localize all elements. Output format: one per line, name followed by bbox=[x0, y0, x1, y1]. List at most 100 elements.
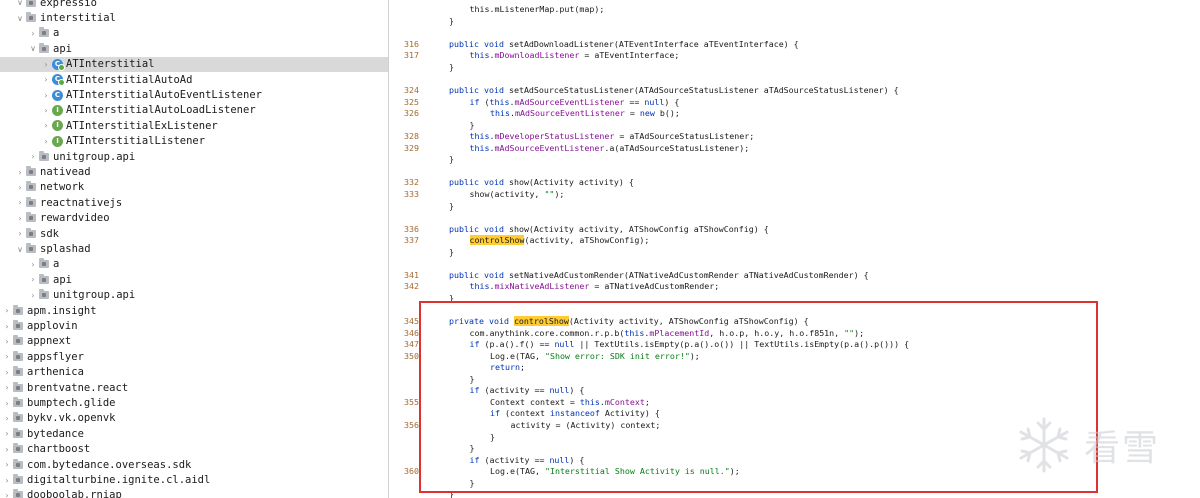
code-line[interactable]: 355 Context context = this.mContext; bbox=[390, 396, 1200, 408]
tree-item[interactable]: › I ATInterstitialAutoLoadListener bbox=[0, 103, 388, 118]
code-line[interactable]: } bbox=[390, 246, 1200, 258]
panel-divider[interactable] bbox=[388, 0, 389, 498]
tree-item[interactable]: › C ATInterstitialAutoAd bbox=[0, 72, 388, 87]
chevron-right-icon[interactable]: › bbox=[2, 352, 12, 361]
chevron-right-icon[interactable]: › bbox=[2, 383, 12, 392]
chevron-down-icon[interactable]: ∨ bbox=[15, 245, 25, 254]
code-line[interactable]: 324 public void setAdSourceStatusListener… bbox=[390, 84, 1200, 96]
tree-item[interactable]: › arthenica bbox=[0, 365, 388, 380]
code-line[interactable]: 332 public void show(Activity activity) { bbox=[390, 176, 1200, 188]
chevron-right-icon[interactable]: › bbox=[2, 476, 12, 485]
tree-item[interactable]: › rewardvideo bbox=[0, 211, 388, 226]
chevron-right-icon[interactable]: › bbox=[2, 429, 12, 438]
chevron-right-icon[interactable]: › bbox=[41, 75, 51, 84]
code-line[interactable]: 317 this.mDownloadListener = aTEventInter… bbox=[390, 49, 1200, 61]
tree-item[interactable]: › nativead bbox=[0, 164, 388, 179]
code-line[interactable]: } bbox=[390, 119, 1200, 131]
tree-item[interactable]: › network bbox=[0, 180, 388, 195]
chevron-right-icon[interactable]: › bbox=[28, 275, 38, 284]
tree-item[interactable]: › digitalturbine.ignite.cl.aidl bbox=[0, 472, 388, 487]
tree-item[interactable]: › dooboolab.rniap bbox=[0, 488, 388, 498]
code-line[interactable]: 341 public void setNativeAdCustomRender(A… bbox=[390, 269, 1200, 281]
code-line[interactable]: 333 show(activity, ""); bbox=[390, 188, 1200, 200]
tree-item[interactable]: ∨ interstitial bbox=[0, 10, 388, 25]
tree-item[interactable]: › unitgroup.api bbox=[0, 149, 388, 164]
tree-item[interactable]: › reactnativejs bbox=[0, 195, 388, 210]
chevron-right-icon[interactable]: › bbox=[15, 229, 25, 238]
code-line[interactable]: 329 this.mAdSourceEventListener.a(aTAdSou… bbox=[390, 142, 1200, 154]
code-line[interactable]: 336 public void show(Activity activity, A… bbox=[390, 223, 1200, 235]
tree-item[interactable]: ∨ api bbox=[0, 41, 388, 56]
chevron-right-icon[interactable]: › bbox=[15, 214, 25, 223]
code-token: } bbox=[490, 431, 495, 442]
code-line[interactable]: } bbox=[390, 15, 1200, 27]
chevron-right-icon[interactable]: › bbox=[28, 291, 38, 300]
code-line[interactable]: 326 this.mAdSourceEventListener = new b()… bbox=[390, 107, 1200, 119]
tree-item[interactable]: › chartboost bbox=[0, 442, 388, 457]
chevron-right-icon[interactable]: › bbox=[2, 491, 12, 498]
tree-item[interactable]: › appnext bbox=[0, 334, 388, 349]
tree-item[interactable]: ∨ splashad bbox=[0, 241, 388, 256]
chevron-right-icon[interactable]: › bbox=[2, 445, 12, 454]
tree-item[interactable]: › unitgroup.api bbox=[0, 288, 388, 303]
chevron-right-icon[interactable]: › bbox=[2, 414, 12, 423]
chevron-right-icon[interactable]: › bbox=[2, 306, 12, 315]
code-line[interactable]: 342 this.mixNativeAdListener = aTNativeAd… bbox=[390, 280, 1200, 292]
chevron-right-icon[interactable]: › bbox=[2, 399, 12, 408]
chevron-right-icon[interactable]: › bbox=[15, 183, 25, 192]
tree-item[interactable]: › C ATInterstitial bbox=[0, 56, 388, 72]
code-token: Context context = bbox=[490, 396, 580, 407]
code-line[interactable]: 337 controlShow(activity, aTShowConfig); bbox=[390, 234, 1200, 246]
tree-item[interactable]: › bumptech.glide bbox=[0, 395, 388, 410]
tree-item[interactable]: › appsflyer bbox=[0, 349, 388, 364]
code-line[interactable]: } bbox=[390, 373, 1200, 385]
chevron-right-icon[interactable]: › bbox=[41, 91, 51, 100]
tree-item[interactable]: › sdk bbox=[0, 226, 388, 241]
tree-item[interactable]: › apm.insight bbox=[0, 303, 388, 318]
code-line[interactable]: } bbox=[390, 153, 1200, 165]
tree-item[interactable]: › bykv.vk.openvk bbox=[0, 411, 388, 426]
tree-item[interactable]: › com.bytedance.overseas.sdk bbox=[0, 457, 388, 472]
chevron-right-icon[interactable]: › bbox=[2, 460, 12, 469]
tree-item[interactable]: › bytedance bbox=[0, 426, 388, 441]
code-line[interactable]: return; bbox=[390, 361, 1200, 373]
code-line[interactable]: 345 private void controlShow(Activity act… bbox=[390, 315, 1200, 327]
tree-item[interactable]: ∨ expressio bbox=[0, 0, 388, 10]
tree-item[interactable]: › api bbox=[0, 272, 388, 287]
package-folder-icon bbox=[39, 273, 49, 284]
chevron-down-icon[interactable]: ∨ bbox=[15, 14, 25, 23]
code-line[interactable]: } bbox=[390, 488, 1200, 498]
chevron-right-icon[interactable]: › bbox=[41, 121, 51, 130]
tree-item[interactable]: › brentvatne.react bbox=[0, 380, 388, 395]
chevron-right-icon[interactable]: › bbox=[2, 368, 12, 377]
tree-item[interactable]: › applovin bbox=[0, 318, 388, 333]
code-line[interactable]: 347 if (p.a().f() == null || TextUtils.is… bbox=[390, 338, 1200, 350]
chevron-right-icon[interactable]: › bbox=[41, 60, 51, 69]
chevron-right-icon[interactable]: › bbox=[41, 137, 51, 146]
chevron-down-icon[interactable]: ∨ bbox=[28, 44, 38, 53]
chevron-right-icon[interactable]: › bbox=[15, 168, 25, 177]
chevron-right-icon[interactable]: › bbox=[15, 198, 25, 207]
chevron-right-icon[interactable]: › bbox=[28, 152, 38, 161]
chevron-down-icon[interactable]: ∨ bbox=[15, 0, 25, 7]
code-line[interactable]: if (activity == null) { bbox=[390, 384, 1200, 396]
chevron-right-icon[interactable]: › bbox=[41, 106, 51, 115]
code-line[interactable]: 316 public void setAdDownloadListener(ATE… bbox=[390, 38, 1200, 50]
tree-item[interactable]: › a bbox=[0, 257, 388, 272]
tree-item[interactable]: › I ATInterstitialExListener bbox=[0, 118, 388, 133]
chevron-right-icon[interactable]: › bbox=[2, 322, 12, 331]
chevron-right-icon[interactable]: › bbox=[28, 260, 38, 269]
code-line[interactable]: 346 com.anythink.core.common.r.p.b(this.m… bbox=[390, 327, 1200, 339]
tree-item[interactable]: › I ATInterstitialListener bbox=[0, 134, 388, 149]
code-line[interactable]: } bbox=[390, 61, 1200, 73]
code-line[interactable]: 350 Log.e(TAG, "Show error: SDK init erro… bbox=[390, 350, 1200, 362]
code-line[interactable]: 328 this.mDeveloperStatusListener = aTAdS… bbox=[390, 130, 1200, 142]
tree-item[interactable]: › a bbox=[0, 26, 388, 41]
code-line[interactable]: } bbox=[390, 200, 1200, 212]
chevron-right-icon[interactable]: › bbox=[28, 29, 38, 38]
code-line[interactable]: } bbox=[390, 292, 1200, 304]
code-line[interactable]: this.mListenerMap.put(map); bbox=[390, 3, 1200, 15]
code-line[interactable]: 325 if (this.mAdSourceEventListener == nu… bbox=[390, 96, 1200, 108]
chevron-right-icon[interactable]: › bbox=[2, 337, 12, 346]
tree-item[interactable]: › C ATInterstitialAutoEventListener bbox=[0, 87, 388, 102]
